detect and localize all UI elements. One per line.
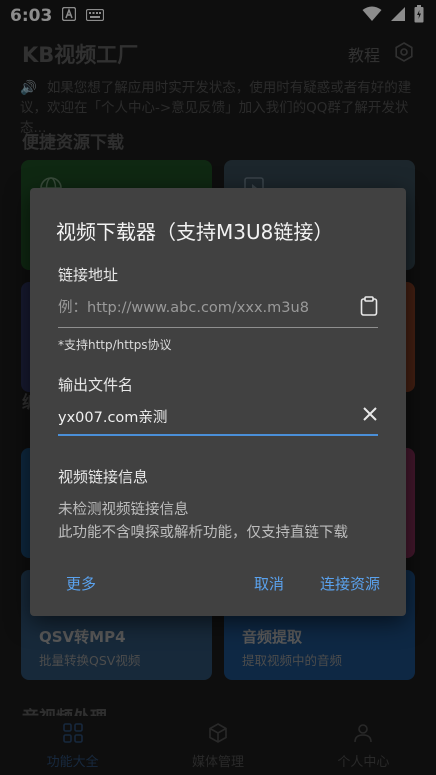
clipboard-icon[interactable] bbox=[360, 296, 378, 320]
dialog-title: 视频下载器（支持M3U8链接） bbox=[56, 220, 334, 244]
info-status: 未检测视频链接信息 bbox=[58, 502, 189, 518]
video-downloader-dialog: 视频下载器（支持M3U8链接） 链接地址 *支持http/https协议 输出文… bbox=[30, 188, 406, 616]
url-hint: *支持http/https协议 bbox=[58, 338, 172, 352]
cancel-button[interactable]: 取消 bbox=[254, 573, 284, 594]
url-underline bbox=[58, 327, 378, 328]
url-field bbox=[58, 288, 378, 328]
connect-resource-button[interactable]: 连接资源 bbox=[320, 573, 380, 594]
url-label: 链接地址 bbox=[58, 266, 119, 284]
url-input[interactable] bbox=[58, 288, 354, 328]
info-note: 此功能不含嗅探或解析功能，仅支持直链下载 bbox=[58, 525, 348, 541]
filename-label: 输出文件名 bbox=[58, 376, 134, 394]
filename-field bbox=[58, 396, 378, 436]
filename-underline bbox=[58, 434, 378, 436]
info-label: 视频链接信息 bbox=[58, 468, 149, 486]
filename-input[interactable] bbox=[58, 396, 356, 436]
clear-icon[interactable] bbox=[362, 406, 378, 426]
more-button[interactable]: 更多 bbox=[66, 573, 96, 594]
